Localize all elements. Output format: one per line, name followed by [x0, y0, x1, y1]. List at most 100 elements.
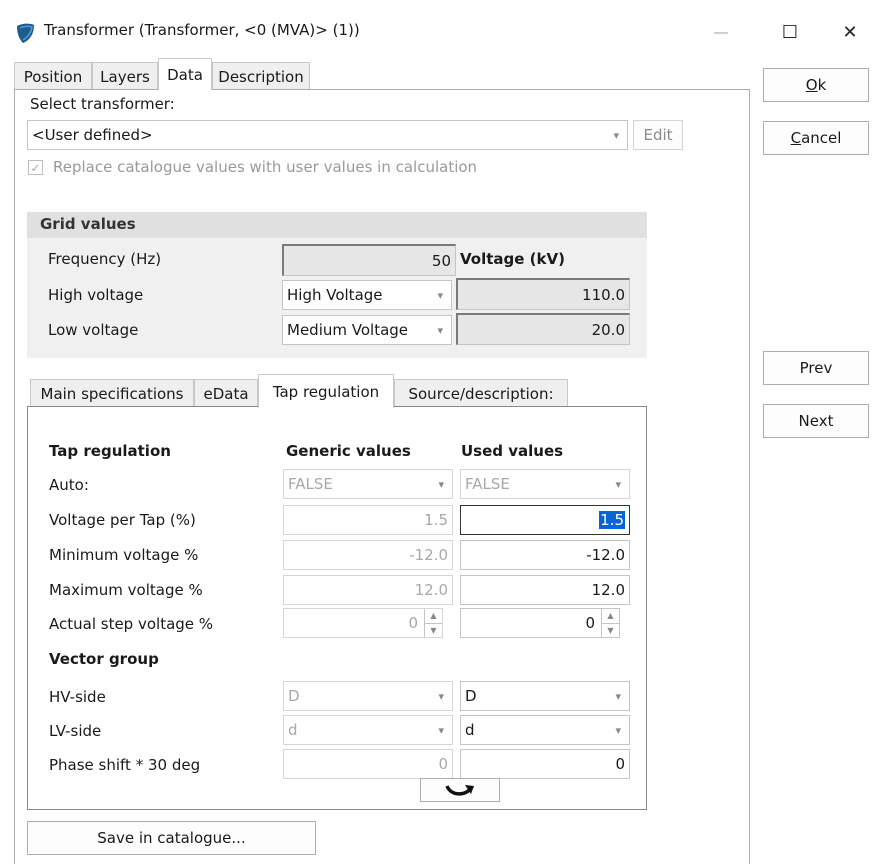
chevron-down-icon: ▾	[615, 723, 621, 737]
chevron-down-icon: ▾	[437, 288, 443, 302]
minimum-voltage-label: Minimum voltage %	[49, 546, 199, 564]
frequency-value: 50	[431, 251, 451, 270]
replace-values-label: Replace catalogue values with user value…	[53, 158, 478, 176]
subtab-main-specifications[interactable]: Main specifications	[30, 379, 194, 407]
close-button[interactable]: ✕	[830, 14, 870, 50]
chevron-down-icon: ▾	[615, 689, 621, 703]
subtab-tap-regulation[interactable]: Tap regulation	[258, 374, 394, 408]
tab-position[interactable]: Position	[14, 62, 92, 90]
subtab-source-description[interactable]: Source/description:	[394, 379, 568, 407]
copy-values-button[interactable]	[420, 778, 500, 802]
ok-label-accel: O	[805, 76, 818, 94]
high-voltage-combo-value: High Voltage	[287, 286, 383, 304]
close-icon: ✕	[842, 21, 858, 43]
minimum-voltage-generic-value: -12.0	[409, 546, 448, 564]
actual-step-voltage-label: Actual step voltage %	[49, 615, 214, 633]
high-voltage-label: High voltage	[48, 286, 144, 304]
auto-used-value: FALSE	[465, 475, 510, 493]
maximum-voltage-used-input[interactable]: 12.0	[460, 575, 630, 605]
low-voltage-value: 20.0	[591, 320, 625, 339]
chevron-down-icon: ▾	[438, 689, 444, 703]
voltage-per-tap-used-value: 1.5	[599, 511, 625, 529]
lv-side-used-value: d	[465, 721, 475, 739]
minimize-icon: —	[713, 23, 729, 41]
select-transformer-dropdown[interactable]: <User defined> ▾	[27, 120, 628, 150]
spinner-icon[interactable]: ▲ ▼	[601, 609, 619, 637]
maximize-icon: ☐	[781, 21, 799, 43]
window-title: Transformer (Transformer, <0 (MVA)> (1))	[44, 21, 360, 39]
prev-button[interactable]: Prev	[763, 351, 869, 385]
edit-button[interactable]: Edit	[633, 120, 683, 150]
ok-button[interactable]: Ok	[763, 68, 869, 102]
tab-layers[interactable]: Layers	[92, 62, 158, 90]
maximum-voltage-generic-value: 12.0	[414, 581, 448, 599]
minimize-button[interactable]: —	[701, 14, 741, 50]
phase-shift-used-input[interactable]: 0	[460, 749, 630, 779]
auto-generic-value: FALSE	[288, 475, 333, 493]
actual-step-generic-stepper: 0 ▲ ▼	[283, 608, 443, 638]
ok-label-rest: k	[817, 76, 827, 94]
hv-side-used-value: D	[465, 687, 477, 705]
subtab-edata[interactable]: eData	[194, 379, 258, 407]
high-voltage-dropdown[interactable]: High Voltage ▾	[282, 280, 452, 310]
phase-shift-label: Phase shift * 30 deg	[49, 756, 201, 774]
save-in-catalogue-button[interactable]: Save in catalogue...	[27, 821, 316, 855]
cancel-label-accel: C	[790, 129, 802, 147]
voltage-per-tap-used-input[interactable]: 1.5	[460, 505, 630, 535]
lv-side-used-dropdown[interactable]: d ▾	[460, 715, 630, 745]
auto-generic-dropdown: FALSE ▾	[283, 469, 453, 499]
phase-shift-used-value: 0	[615, 755, 625, 773]
chevron-down-icon: ▾	[615, 477, 621, 491]
phase-shift-generic-value: 0	[438, 755, 448, 773]
tab-data[interactable]: Data	[158, 58, 212, 90]
chevron-down-icon: ▾	[438, 477, 444, 491]
hv-side-generic-dropdown: D ▾	[283, 681, 453, 711]
maximize-button[interactable]: ☐	[770, 14, 810, 50]
phase-shift-generic-field: 0	[283, 749, 453, 779]
chevron-down-icon: ▾	[438, 723, 444, 737]
high-voltage-value: 110.0	[582, 285, 625, 304]
minimum-voltage-generic-field: -12.0	[283, 540, 453, 570]
low-voltage-dropdown[interactable]: Medium Voltage ▾	[282, 315, 452, 345]
cancel-label-rest: ancel	[801, 129, 842, 147]
curved-arrow-icon	[445, 785, 474, 796]
low-voltage-label: Low voltage	[48, 321, 139, 339]
app-icon	[17, 23, 34, 43]
voltage-heading: Voltage (kV)	[460, 250, 565, 268]
hv-side-label: HV-side	[49, 688, 106, 706]
hv-side-generic-value: D	[288, 687, 300, 705]
high-voltage-field: 110.0	[456, 278, 630, 310]
grid-values-heading: Grid values	[40, 215, 136, 233]
generic-values-heading: Generic values	[286, 442, 411, 460]
actual-step-generic-value: 0	[408, 614, 418, 632]
cancel-button[interactable]: Cancel	[763, 121, 869, 155]
replace-values-checkbox[interactable]: ✓	[28, 160, 43, 175]
frequency-field: 50	[282, 244, 456, 276]
next-button[interactable]: Next	[763, 404, 869, 438]
spinner-icon: ▲ ▼	[424, 609, 442, 637]
select-transformer-value: <User defined>	[32, 126, 153, 144]
voltage-per-tap-generic-field: 1.5	[283, 505, 453, 535]
actual-step-used-stepper[interactable]: 0 ▲ ▼	[460, 608, 620, 638]
vector-group-heading: Vector group	[49, 650, 159, 668]
maximum-voltage-generic-field: 12.0	[283, 575, 453, 605]
frequency-label: Frequency (Hz)	[48, 250, 162, 268]
minimum-voltage-used-input[interactable]: -12.0	[460, 540, 630, 570]
maximum-voltage-used-value: 12.0	[591, 581, 625, 599]
chevron-down-icon: ▾	[613, 128, 619, 142]
actual-step-used-value: 0	[585, 614, 595, 632]
auto-label: Auto:	[49, 476, 89, 494]
lv-side-generic-value: d	[288, 721, 298, 739]
voltage-per-tap-generic-value: 1.5	[424, 511, 448, 529]
lv-side-generic-dropdown: d ▾	[283, 715, 453, 745]
maximum-voltage-label: Maximum voltage %	[49, 581, 203, 599]
low-voltage-field: 20.0	[456, 313, 630, 345]
hv-side-used-dropdown[interactable]: D ▾	[460, 681, 630, 711]
select-transformer-label: Select transformer:	[30, 95, 175, 113]
tab-description[interactable]: Description	[212, 62, 310, 90]
tap-regulation-heading: Tap regulation	[49, 442, 171, 460]
low-voltage-combo-value: Medium Voltage	[287, 321, 409, 339]
chevron-down-icon: ▾	[437, 323, 443, 337]
voltage-per-tap-label: Voltage per Tap (%)	[49, 511, 196, 529]
used-values-heading: Used values	[461, 442, 564, 460]
